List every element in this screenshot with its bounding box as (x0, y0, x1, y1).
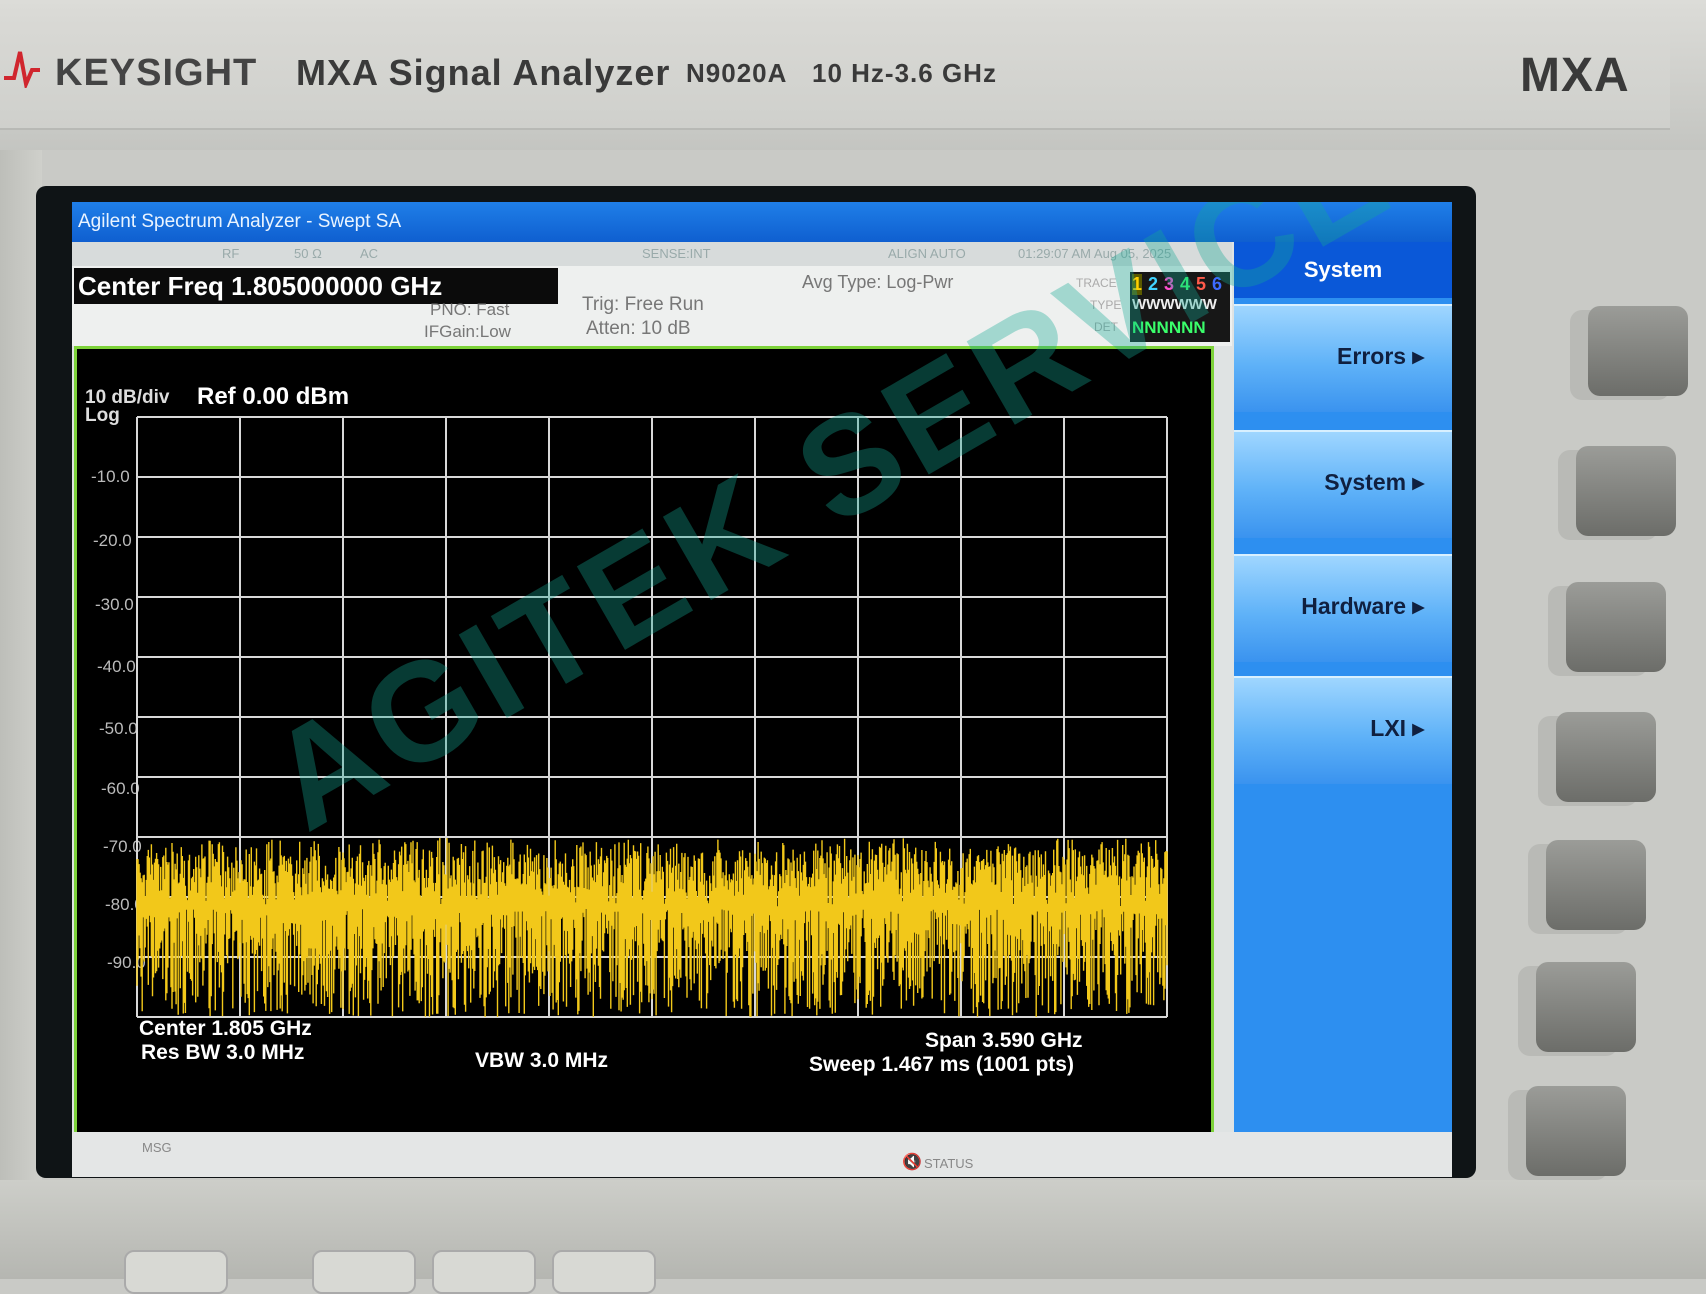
hw-softkey-button-4[interactable] (1556, 712, 1656, 802)
softkey-system[interactable]: System ▸ (1234, 430, 1452, 538)
coupling-label: AC (360, 246, 379, 261)
ifgain-label: IFGain:Low (424, 322, 511, 341)
avg-type-label: Avg Type: Log-Pwr (802, 272, 954, 292)
spectrum-plot[interactable]: 10 dB/div Log Ref 0.00 dBm -10.0 -20.0 -… (74, 346, 1214, 1142)
frequency-range: 10 Hz-3.6 GHz (812, 58, 997, 88)
front-panel-key[interactable] (432, 1250, 536, 1294)
span-label: Span 3.590 GHz (925, 1029, 1083, 1052)
instrument-bezel-bottom (0, 1180, 1706, 1279)
front-panel-key[interactable] (124, 1250, 228, 1294)
status-label[interactable]: STATUS (924, 1156, 973, 1171)
center-frequency-label: Center 1.805 GHz (139, 1017, 312, 1040)
keysight-logo-icon (4, 51, 40, 88)
mxa-badge: MXA (1520, 49, 1630, 102)
analyzer-screen: Agilent Spectrum Analyzer - Swept SA RF … (72, 202, 1452, 1177)
front-panel-key[interactable] (552, 1250, 656, 1294)
hw-softkey-button-6[interactable] (1536, 962, 1636, 1052)
hw-softkey-button-3[interactable] (1566, 582, 1666, 672)
softkey-errors[interactable]: Errors ▸ (1234, 304, 1452, 412)
res-bw-label: Res BW 3.0 MHz (141, 1041, 305, 1064)
instrument-title: MXA Signal Analyzer (296, 52, 671, 93)
vbw-label: VBW 3.0 MHz (475, 1049, 609, 1072)
msg-label: MSG (142, 1140, 172, 1155)
front-panel-key[interactable] (312, 1250, 416, 1294)
hw-softkey-button-5[interactable] (1546, 840, 1646, 930)
message-bar: MSG 🔇 STATUS (72, 1132, 1452, 1177)
pno-label: PNO: Fast (430, 300, 510, 319)
speaker-muted-icon: 🔇 (902, 1154, 922, 1171)
hw-softkey-button-7[interactable] (1526, 1086, 1626, 1176)
atten-label: Atten: 10 dB (586, 318, 691, 339)
impedance-label: 50 Ω (294, 246, 322, 261)
hw-softkey-button-1[interactable] (1588, 306, 1688, 396)
trig-label: Trig: Free Run (582, 294, 704, 315)
softkey-lxi[interactable]: LXI ▸ (1234, 676, 1452, 784)
sweep-label: Sweep 1.467 ms (1001 pts) (809, 1053, 1074, 1076)
model-number: N9020A (686, 58, 788, 88)
softkey-panel: System Errors ▸ System ▸ Hardware ▸ LXI … (1234, 242, 1452, 1132)
softkey-hardware[interactable]: Hardware ▸ (1234, 554, 1452, 662)
brand-name: KEYSIGHT (55, 52, 258, 94)
rf-label: RF (222, 246, 240, 261)
center-freq-display[interactable]: Center Freq 1.805000000 GHz (74, 268, 558, 304)
hw-softkey-button-2[interactable] (1576, 446, 1676, 536)
sense-label: SENSE:INT (642, 246, 711, 261)
align-label: ALIGN AUTO (888, 246, 966, 261)
